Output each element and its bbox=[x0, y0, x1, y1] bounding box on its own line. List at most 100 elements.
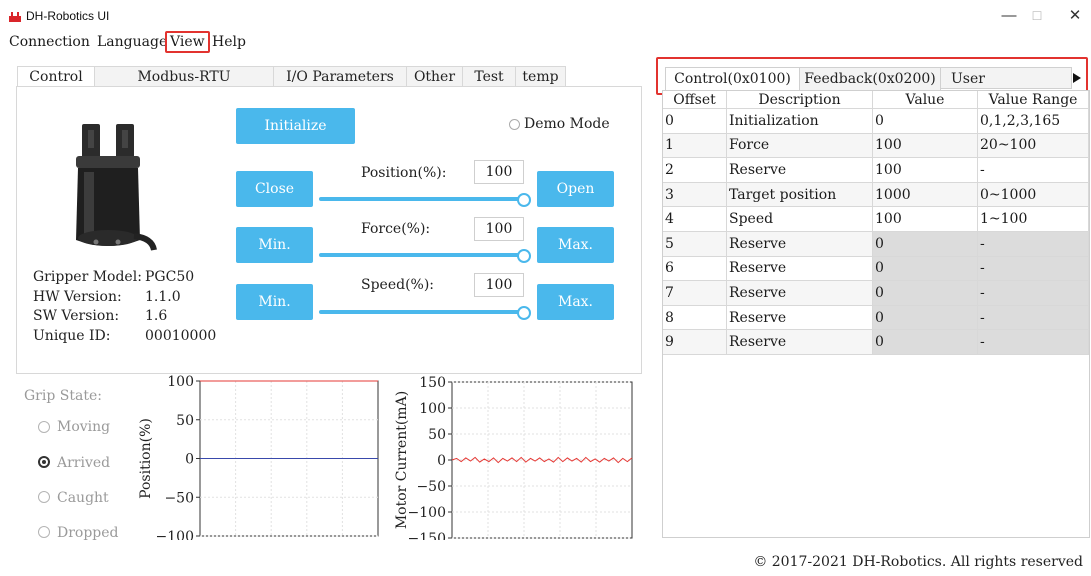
y-tick-label: −50 bbox=[164, 490, 194, 506]
copyright-footer: © 2017-2021 DH-Robotics. All rights rese… bbox=[753, 554, 1083, 570]
position-slider-handle[interactable] bbox=[517, 193, 531, 207]
grip-state-moving-label: Moving bbox=[57, 419, 111, 435]
grip-state-moving-radio[interactable] bbox=[38, 421, 50, 433]
tab-control[interactable]: Control bbox=[17, 66, 95, 88]
speed-min-button[interactable]: Min. bbox=[236, 284, 313, 320]
unique-id-label: Unique ID: bbox=[33, 328, 111, 344]
y-tick-label: 0 bbox=[185, 452, 194, 468]
value-cell[interactable]: 0 bbox=[872, 256, 978, 282]
speed-input[interactable]: 100 bbox=[474, 273, 524, 297]
gripper-image bbox=[76, 124, 157, 251]
hw-version-label: HW Version: bbox=[33, 289, 122, 305]
grip-state-title: Grip State: bbox=[24, 388, 102, 404]
value-range-cell: 1~100 bbox=[977, 206, 1089, 232]
table-row[interactable]: 5 Reserve 0- bbox=[663, 231, 1089, 257]
value-cell[interactable]: 0 bbox=[872, 231, 978, 257]
grip-state-arrived-radio[interactable] bbox=[38, 456, 50, 468]
tab-user-parameters[interactable]: User Parameters(0 bbox=[940, 67, 1072, 89]
value-range-cell: 0,1,2,3,165 bbox=[977, 108, 1089, 134]
value-cell[interactable]: 100 bbox=[872, 133, 978, 159]
column-header-value-range: Value Range bbox=[977, 91, 1089, 109]
force-slider-track[interactable] bbox=[319, 253, 525, 257]
value-range-cell: 0~1000 bbox=[977, 182, 1089, 208]
table-row[interactable]: 2 Reserve 100- bbox=[663, 157, 1089, 183]
motor-current-chart: 150 100 50 0 −50 −100 −150 Motor Current(mA) bbox=[394, 375, 633, 540]
menu-view[interactable]: View bbox=[165, 31, 210, 53]
description-cell: Target position bbox=[726, 182, 873, 208]
table-row[interactable]: 4 Speed 100 1~100 bbox=[663, 206, 1089, 232]
close-gripper-button[interactable]: Close bbox=[236, 171, 313, 207]
title-bar bbox=[0, 0, 1091, 32]
menu-help[interactable]: Help bbox=[212, 33, 246, 51]
app-logo-icon bbox=[9, 12, 21, 22]
tab-temp[interactable]: temp bbox=[515, 66, 566, 87]
description-cell: Initialization bbox=[726, 108, 873, 134]
hw-version-value: 1.1.0 bbox=[145, 289, 181, 305]
table-row[interactable]: 6 Reserve 0- bbox=[663, 256, 1089, 282]
demo-mode-radio[interactable] bbox=[509, 119, 520, 130]
force-max-button[interactable]: Max. bbox=[537, 227, 614, 263]
speed-slider-handle[interactable] bbox=[517, 306, 531, 320]
table-row[interactable]: 1 Force 100 20~100 bbox=[663, 133, 1089, 159]
table-row[interactable]: 8 Reserve 0- bbox=[663, 305, 1089, 331]
description-cell: Reserve bbox=[726, 256, 873, 282]
offset-cell: 1 bbox=[663, 133, 727, 159]
value-cell[interactable]: 100 bbox=[872, 206, 978, 232]
position-input[interactable]: 100 bbox=[474, 160, 524, 184]
y-tick-label: 100 bbox=[167, 375, 194, 390]
y-axis-label: Motor Current(mA) bbox=[394, 391, 410, 529]
value-range-cell: 20~100 bbox=[977, 133, 1089, 159]
table-row[interactable]: 7 Reserve 0- bbox=[663, 280, 1089, 306]
open-gripper-button[interactable]: Open bbox=[537, 171, 614, 207]
maximize-button[interactable]: ☐ bbox=[1022, 5, 1052, 27]
value-cell[interactable]: 0 bbox=[872, 305, 978, 331]
speed-label: Speed(%): bbox=[361, 277, 435, 293]
grip-state-dropped-radio[interactable] bbox=[38, 526, 50, 538]
value-cell[interactable]: 1000 bbox=[872, 182, 978, 208]
description-cell: Reserve bbox=[726, 280, 873, 306]
speed-max-button[interactable]: Max. bbox=[537, 284, 614, 320]
position-slider-track[interactable] bbox=[319, 197, 525, 201]
offset-cell: 8 bbox=[663, 305, 727, 331]
minimize-button[interactable]: — bbox=[994, 5, 1024, 27]
force-min-button[interactable]: Min. bbox=[236, 227, 313, 263]
force-input[interactable]: 100 bbox=[474, 217, 524, 241]
tab-io-parameters[interactable]: I/O Parameters bbox=[273, 66, 407, 87]
initialize-button[interactable]: Initialize bbox=[236, 108, 355, 144]
tab-scroll-right-icon[interactable] bbox=[1071, 71, 1083, 85]
tab-test[interactable]: Test bbox=[462, 66, 516, 87]
description-cell: Reserve bbox=[726, 231, 873, 257]
description-cell: Speed bbox=[726, 206, 873, 232]
table-row[interactable]: 3 Target position 1000 0~1000 bbox=[663, 182, 1089, 208]
grip-state-caught-radio[interactable] bbox=[38, 491, 50, 503]
tab-modbus-rtu-parameters[interactable]: Modbus-RTU Parameters bbox=[94, 66, 274, 105]
value-range-cell: - bbox=[977, 256, 1089, 282]
tab-feedback-0x0200[interactable]: Feedback(0x0200) bbox=[799, 67, 941, 91]
gripper-model-label: Gripper Model: bbox=[33, 269, 142, 285]
offset-cell: 5 bbox=[663, 231, 727, 257]
value-range-cell: - bbox=[977, 231, 1089, 257]
table-row[interactable]: 0 Initialization 0 0,1,2,3,165 bbox=[663, 108, 1089, 134]
sw-version-value: 1.6 bbox=[145, 308, 168, 324]
column-header-description: Description bbox=[726, 91, 873, 109]
close-button[interactable]: ✕ bbox=[1060, 5, 1090, 27]
tab-control-0x0100[interactable]: Control(0x0100) bbox=[665, 67, 800, 90]
grip-state-dropped-label: Dropped bbox=[57, 525, 119, 541]
value-range-cell: - bbox=[977, 280, 1089, 306]
description-cell: Force bbox=[726, 133, 873, 159]
menu-connection[interactable]: Connection bbox=[9, 33, 90, 51]
value-cell[interactable]: 0 bbox=[872, 280, 978, 306]
offset-cell: 9 bbox=[663, 329, 727, 355]
description-cell: Reserve bbox=[726, 329, 873, 355]
value-cell[interactable]: 0 bbox=[872, 329, 978, 355]
offset-cell: 4 bbox=[663, 206, 727, 232]
menu-language[interactable]: Language bbox=[97, 33, 167, 51]
value-cell[interactable]: 0 bbox=[872, 108, 978, 134]
tab-other[interactable]: Other bbox=[406, 66, 463, 87]
value-cell[interactable]: 100 bbox=[872, 157, 978, 183]
table-row[interactable]: 9 Reserve 0- bbox=[663, 329, 1089, 355]
speed-slider-track[interactable] bbox=[319, 310, 525, 314]
force-slider-handle[interactable] bbox=[517, 249, 531, 263]
y-tick-label: −100 bbox=[408, 505, 446, 521]
description-cell: Reserve bbox=[726, 157, 873, 183]
